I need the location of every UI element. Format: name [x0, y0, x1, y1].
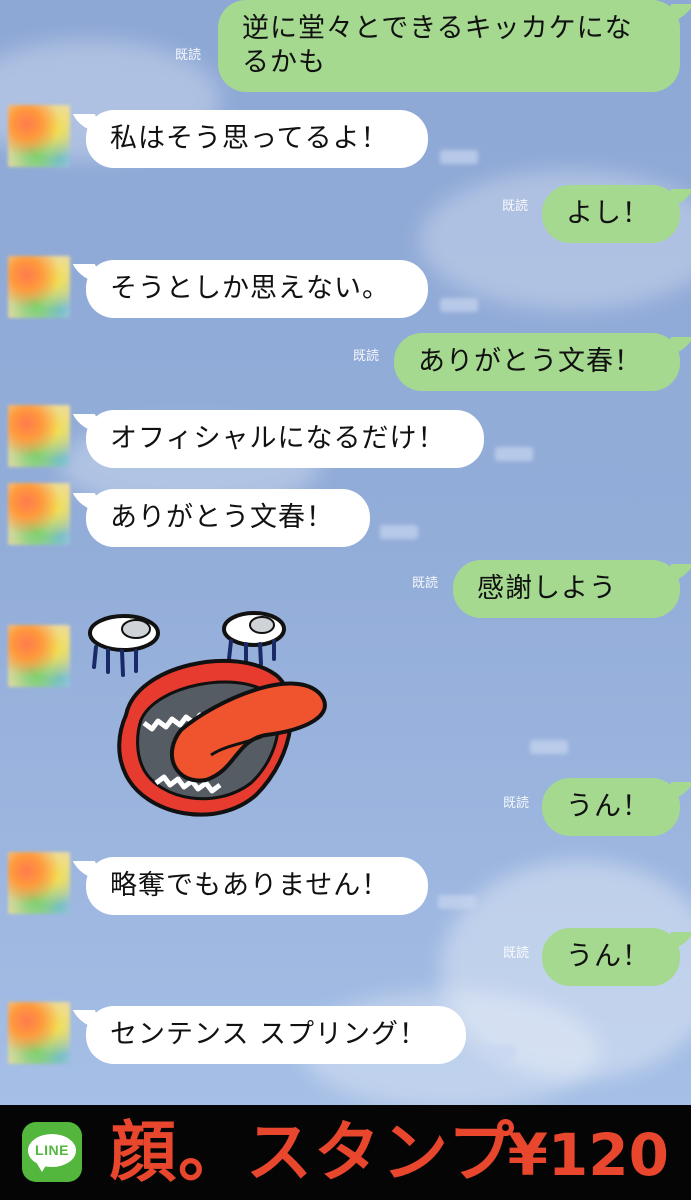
read-receipt: 既読	[412, 576, 439, 591]
message-bubble-incoming[interactable]: ありがとう文春！	[86, 489, 370, 547]
timestamp-blurred	[530, 740, 568, 754]
sticker-mouth	[117, 658, 327, 817]
message-text: そうとしか思えない。	[110, 273, 390, 304]
message-bubble-incoming[interactable]: 私はそう思ってるよ！	[86, 110, 428, 168]
message-bubble-incoming[interactable]: 略奪でもありません！	[86, 857, 428, 915]
message-bubble-outgoing[interactable]: 感謝しよう	[453, 560, 680, 618]
message-bubble-outgoing[interactable]: ありがとう文春！	[394, 333, 680, 391]
message-bubble-incoming[interactable]: センテンス スプリング！	[86, 1006, 466, 1064]
promo-banner[interactable]: LINE 顔。スタンプ ¥120	[0, 1105, 691, 1200]
chat-area[interactable]: 既読 逆に堂々とできるキッカケにな るかも 私はそう思ってるよ！ 既読 よし！ …	[0, 0, 691, 1105]
face-sticker[interactable]	[86, 605, 336, 830]
read-receipt: 既読	[353, 349, 380, 364]
read-receipt: 既読	[175, 48, 202, 63]
read-receipt: 既読	[503, 946, 530, 961]
message-bubble-incoming[interactable]: オフィシャルになるだけ！	[86, 410, 484, 468]
timestamp-blurred	[380, 525, 418, 539]
message-text: センテンス スプリング！	[110, 1019, 428, 1050]
message-text: 逆に堂々とできるキッカケにな	[242, 13, 633, 44]
timestamp-blurred	[478, 1045, 516, 1059]
message-text: ありがとう文春！	[110, 502, 334, 533]
read-receipt: 既読	[503, 796, 530, 811]
message-bubble-outgoing[interactable]: 逆に堂々とできるキッカケにな るかも	[218, 0, 680, 92]
speech-balloon-tail	[36, 1162, 48, 1172]
banner-title: 顔。スタンプ	[110, 1114, 517, 1191]
message-text: よし！	[566, 198, 650, 229]
sticker-eye-left	[88, 614, 160, 677]
message-text: ありがとう文春！	[418, 346, 642, 377]
message-bubble-outgoing[interactable]: よし！	[542, 185, 680, 243]
line-logo-text: LINE	[35, 1142, 69, 1158]
avatar[interactable]	[8, 1002, 70, 1064]
message-text: るかも	[242, 47, 326, 78]
avatar[interactable]	[8, 625, 70, 687]
timestamp-blurred	[440, 298, 478, 312]
message-text: 感謝しよう	[477, 573, 617, 604]
line-logo-icon: LINE	[22, 1122, 82, 1182]
message-bubble-outgoing[interactable]: うん！	[542, 928, 680, 986]
message-text: 私はそう思ってるよ！	[110, 123, 389, 154]
message-text: オフィシャルになるだけ！	[110, 423, 446, 454]
avatar[interactable]	[8, 483, 70, 545]
message-text: うん！	[566, 941, 650, 972]
avatar[interactable]	[8, 852, 70, 914]
timestamp-blurred	[440, 150, 478, 164]
message-text: 略奪でもありません！	[110, 870, 390, 901]
avatar[interactable]	[8, 256, 70, 318]
read-receipt: 既読	[502, 199, 529, 214]
avatar[interactable]	[8, 105, 70, 167]
banner-price: ¥120	[507, 1121, 669, 1189]
timestamp-blurred	[495, 447, 533, 461]
message-text: うん！	[566, 791, 650, 822]
message-bubble-incoming[interactable]: そうとしか思えない。	[86, 260, 428, 318]
avatar[interactable]	[8, 405, 70, 467]
timestamp-blurred	[438, 895, 476, 909]
message-bubble-outgoing[interactable]: うん！	[542, 778, 680, 836]
